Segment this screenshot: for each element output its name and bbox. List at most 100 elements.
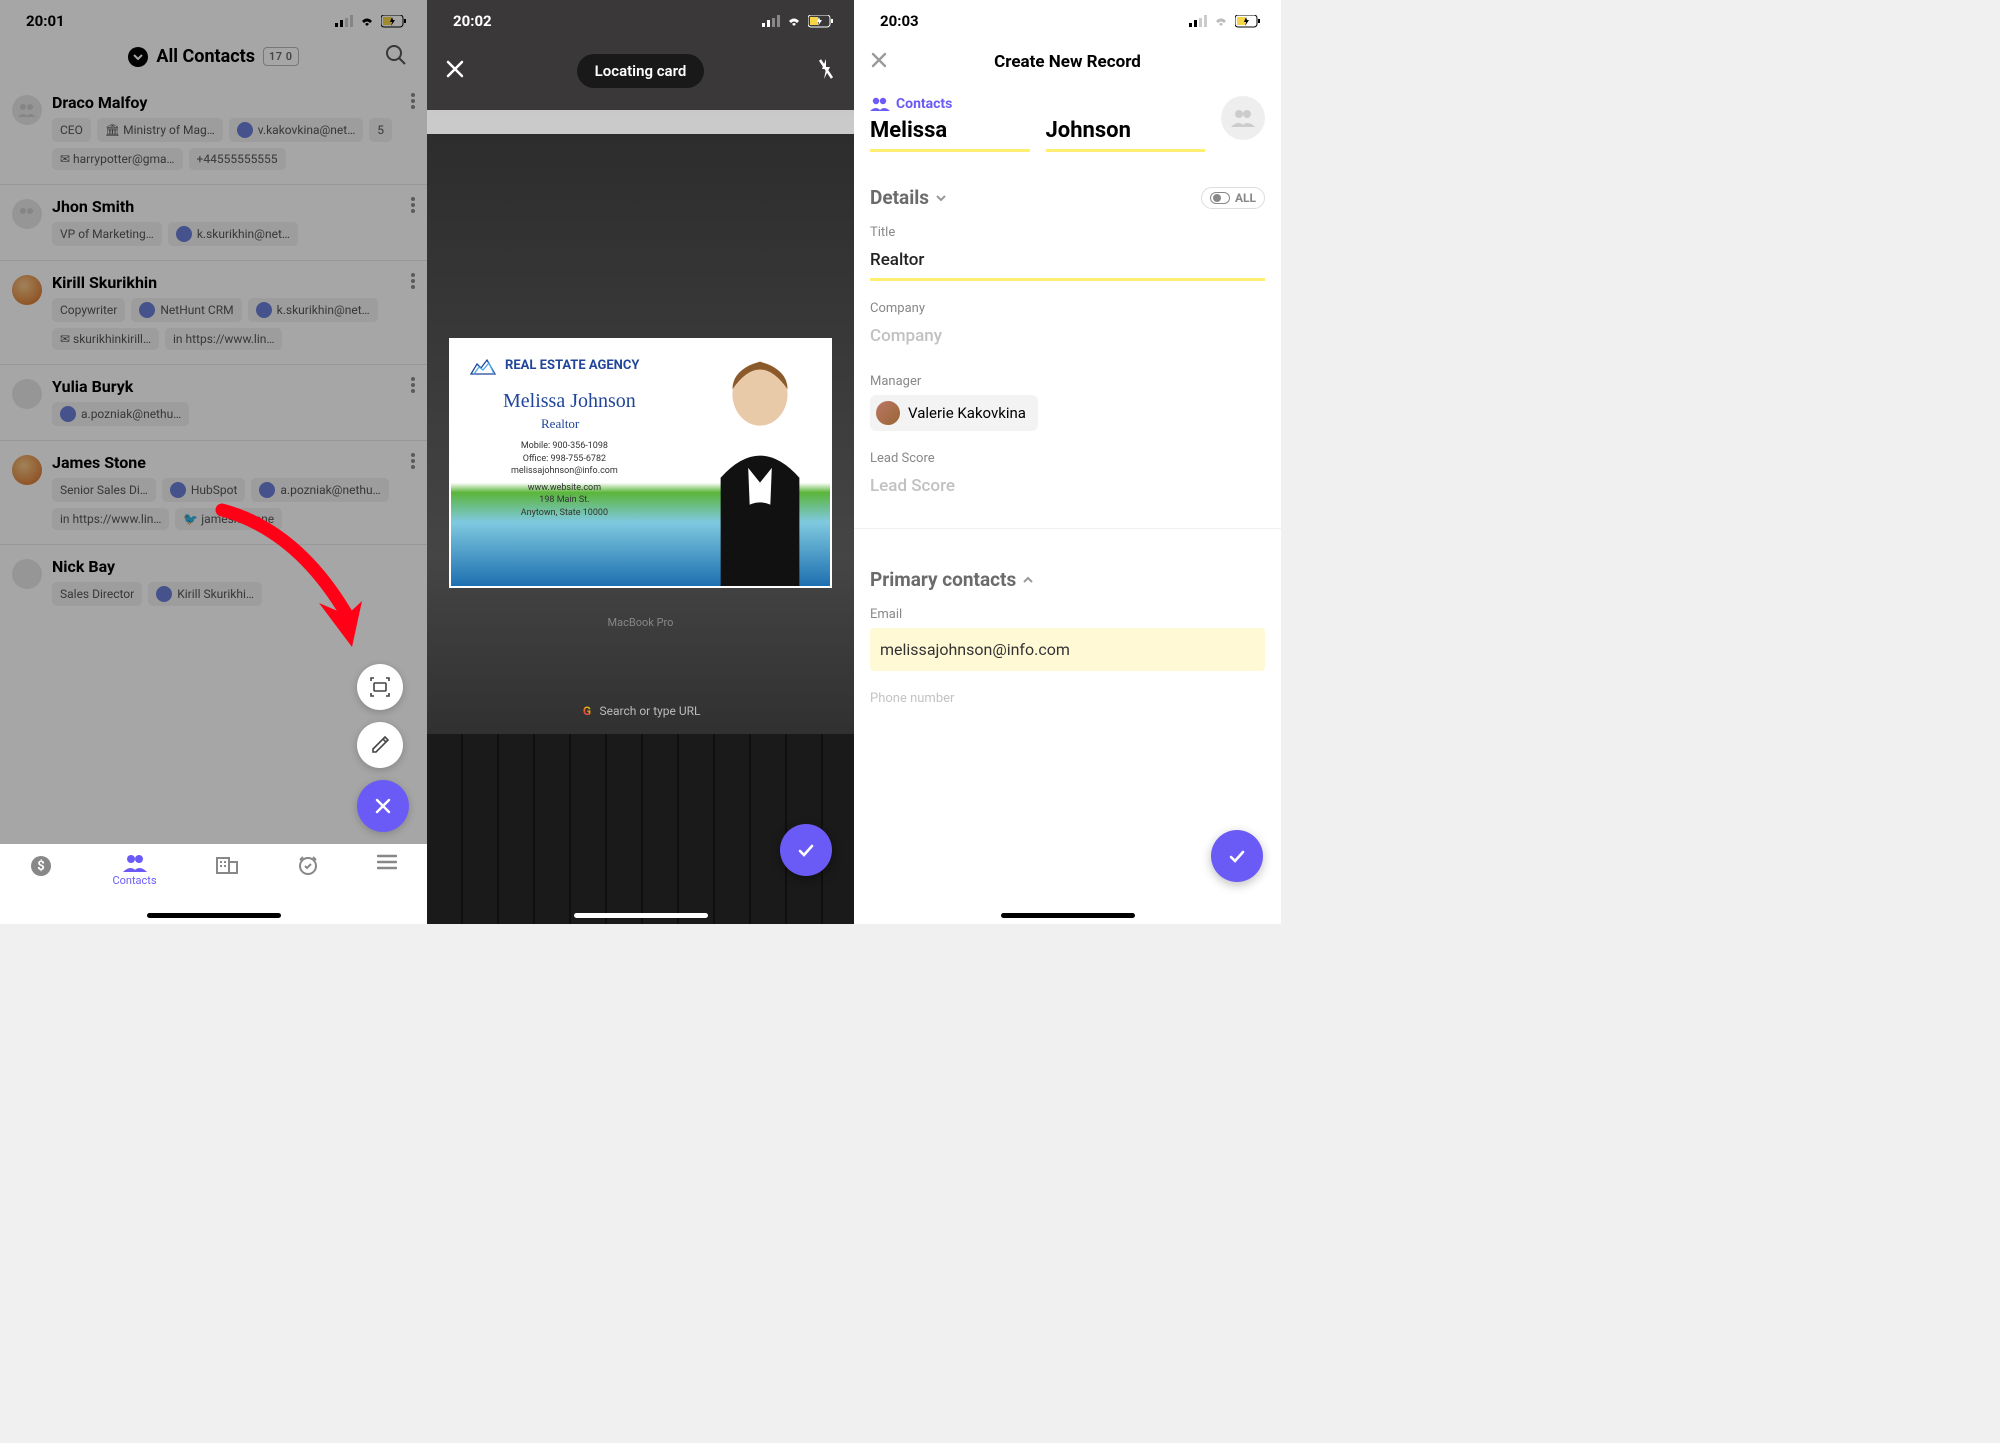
nav-companies[interactable]	[216, 854, 238, 874]
status-bar: 20:03	[854, 0, 1281, 40]
company-field[interactable]: Company Company	[854, 295, 1281, 368]
google-icon	[580, 704, 593, 718]
nav-contacts[interactable]: Contacts	[112, 854, 156, 887]
folder-title[interactable]: All Contacts	[156, 46, 255, 67]
contacts-screen: 20:01 All Contacts 17 0 Draco Malfoy CEO…	[0, 0, 427, 924]
manager-field[interactable]: Manager Valerie Kakovkina	[854, 368, 1281, 445]
field-value[interactable]: Realtor	[870, 246, 1265, 281]
email-chip: ✉ harrypotter@gma…	[52, 148, 183, 170]
status-icons	[1189, 15, 1261, 28]
nav-deals[interactable]: $	[29, 854, 53, 878]
chevron-down-icon	[935, 192, 947, 204]
avatar-placeholder[interactable]	[1221, 96, 1265, 140]
wifi-icon	[786, 15, 802, 27]
wifi-icon	[1213, 15, 1229, 27]
contact-name: Draco Malfoy	[52, 93, 401, 112]
title-chip: Senior Sales Di…	[52, 478, 156, 502]
home-indicator[interactable]	[574, 913, 708, 918]
confirm-capture-button[interactable]	[780, 824, 832, 876]
status-time: 20:03	[880, 12, 919, 30]
close-button[interactable]	[870, 51, 888, 73]
biz-role: Realtor	[541, 416, 579, 432]
wifi-icon	[359, 15, 375, 27]
avatar	[12, 199, 42, 229]
title-field[interactable]: Title Realtor	[854, 219, 1281, 295]
edit-button[interactable]	[357, 722, 403, 768]
contact-row[interactable]: Draco Malfoy CEO 🏛 Ministry of Mag… v.ka…	[0, 81, 427, 185]
avatar	[12, 559, 42, 589]
contact-row[interactable]: Yulia Buryk a.pozniak@nethu…	[0, 365, 427, 441]
field-label: Manager	[870, 374, 1265, 389]
scan-card-button[interactable]	[357, 664, 403, 710]
avatar	[12, 275, 42, 305]
avatar	[12, 455, 42, 485]
camera-toolbar: Locating card	[427, 40, 854, 102]
title-chip: VP of Marketing…	[52, 222, 162, 246]
home-indicator[interactable]	[1001, 913, 1135, 918]
battery-icon	[1235, 15, 1261, 28]
contact-row[interactable]: James Stone Senior Sales Di… HubSpot a.p…	[0, 441, 427, 545]
score-chip: 5	[369, 118, 392, 142]
status-bar: 20:01	[0, 0, 427, 40]
linkedin-chip: in https://www.lin…	[52, 508, 169, 530]
nav-menu[interactable]	[377, 854, 397, 870]
search-icon[interactable]	[385, 44, 407, 70]
card-detection-frame: REAL ESTATE AGENCY Melissa Johnson Realt…	[449, 338, 832, 588]
field-label: Phone number	[870, 691, 1265, 706]
browser-search-hint: Search or type URL	[580, 704, 700, 718]
camera-status-pill: Locating card	[577, 54, 705, 88]
camera-screen: 20:02 Locating card REAL ESTATE AGENCY M…	[427, 0, 854, 924]
contacts-header: All Contacts 17 0	[0, 40, 427, 81]
primary-contacts-section-header[interactable]: Primary contacts	[854, 568, 1281, 601]
row-menu-icon[interactable]	[411, 453, 415, 469]
contact-name: Yulia Buryk	[52, 377, 401, 396]
status-icons	[335, 15, 407, 28]
status-bar: 20:02	[427, 0, 854, 40]
home-indicator[interactable]	[147, 913, 281, 918]
email-field[interactable]: Email melissajohnson@info.com	[854, 601, 1281, 685]
contact-row[interactable]: Nick Bay Sales Director Kirill Skurikhi…	[0, 545, 427, 620]
details-section-header[interactable]: Details ALL	[854, 168, 1281, 219]
company-chip: 🏛 Ministry of Mag…	[97, 118, 223, 142]
phone-field[interactable]: Phone number	[854, 685, 1281, 726]
row-menu-icon[interactable]	[411, 197, 415, 213]
manager-pill[interactable]: Valerie Kakovkina	[870, 395, 1038, 431]
leadscore-field[interactable]: Lead Score Lead Score	[854, 445, 1281, 518]
nav-tasks[interactable]	[297, 854, 319, 876]
contact-row[interactable]: Kirill Skurikhin Copywriter NetHunt CRM …	[0, 261, 427, 365]
chevron-up-icon	[1022, 574, 1034, 586]
save-record-button[interactable]	[1211, 830, 1263, 882]
biz-photo	[690, 340, 830, 586]
bottom-nav: $ Contacts	[0, 844, 427, 924]
contact-name: Jhon Smith	[52, 197, 401, 216]
manager-chip: a.pozniak@nethu…	[52, 402, 189, 426]
field-placeholder[interactable]: Lead Score	[870, 472, 1265, 504]
form-header: Create New Record	[854, 40, 1281, 84]
row-menu-icon[interactable]	[411, 377, 415, 393]
company-chip: HubSpot	[162, 478, 246, 502]
last-name-field[interactable]: Johnson	[1046, 116, 1206, 152]
flash-off-icon[interactable]	[816, 57, 836, 85]
field-placeholder[interactable]: Company	[870, 322, 1265, 354]
avatar	[12, 95, 42, 125]
email-value[interactable]: melissajohnson@info.com	[870, 628, 1265, 671]
all-fields-toggle[interactable]: ALL	[1201, 187, 1265, 209]
close-button[interactable]	[445, 59, 465, 83]
contacts-icon	[870, 97, 890, 111]
create-record-screen: 20:03 Create New Record Contacts Melissa…	[854, 0, 1281, 924]
field-label: Title	[870, 225, 1265, 240]
manager-chip: v.kakovkina@net…	[229, 118, 363, 142]
row-menu-icon[interactable]	[411, 93, 415, 109]
manager-chip: Kirill Skurikhi…	[148, 582, 262, 606]
close-fab-button[interactable]	[357, 780, 409, 832]
email-chip: ✉ skurikhinkirill…	[52, 328, 159, 350]
business-card: REAL ESTATE AGENCY Melissa Johnson Realt…	[451, 340, 830, 586]
biz-logo: REAL ESTATE AGENCY	[469, 354, 639, 376]
row-menu-icon[interactable]	[411, 273, 415, 289]
folder-selector[interactable]: Contacts	[854, 84, 1281, 114]
contact-row[interactable]: Jhon Smith VP of Marketing… k.skurikhin@…	[0, 185, 427, 261]
cellular-icon	[1189, 15, 1207, 27]
first-name-field[interactable]: Melissa	[870, 116, 1030, 152]
folder-dropdown-icon[interactable]	[128, 47, 148, 67]
name-row: Melissa Johnson	[854, 114, 1281, 168]
